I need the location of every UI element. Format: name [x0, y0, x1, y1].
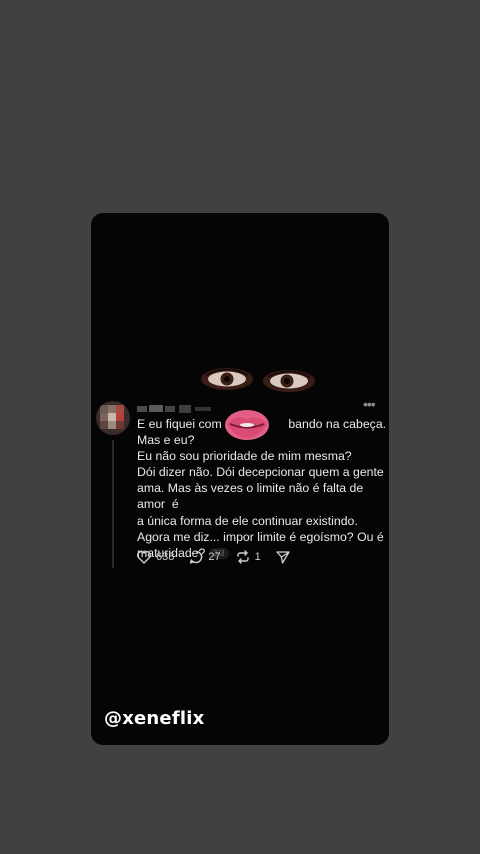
share-icon — [276, 551, 290, 564]
post-line-5: ama. Mas às vezes o limite não é falta d… — [137, 481, 367, 512]
thread-line — [112, 440, 114, 568]
heart-icon — [137, 551, 151, 564]
watermark: @xeneflix — [104, 708, 205, 729]
right-eye-image — [262, 368, 316, 394]
share-button[interactable] — [275, 549, 295, 565]
repost-icon — [236, 550, 249, 564]
post-actions: 638 27 1 — [136, 548, 309, 566]
comment-count: 27 — [208, 551, 221, 563]
repost-count: 1 — [254, 551, 261, 563]
comment-button[interactable]: 27 — [188, 549, 221, 565]
more-icon[interactable]: ••• — [363, 397, 381, 411]
post-line-3: Eu não sou prioridade de mim mesma? — [137, 449, 352, 464]
eyes-overlay — [200, 366, 318, 396]
post-line-6: a única forma de ele continuar existindo… — [137, 513, 358, 528]
left-eye-image — [200, 366, 254, 392]
mouth-overlay — [224, 408, 270, 442]
repost-button[interactable]: 1 — [235, 549, 261, 565]
like-count: 638 — [156, 551, 175, 563]
avatar[interactable] — [96, 401, 130, 435]
comment-icon — [190, 550, 203, 564]
username-blurred — [137, 402, 215, 414]
post-line-7: Agora me diz... impor limite é egoísmo? … — [137, 529, 384, 544]
post-line-4: Dói dizer não. Dói decepcionar quem a ge… — [137, 465, 384, 480]
like-button[interactable]: 638 — [136, 549, 174, 565]
